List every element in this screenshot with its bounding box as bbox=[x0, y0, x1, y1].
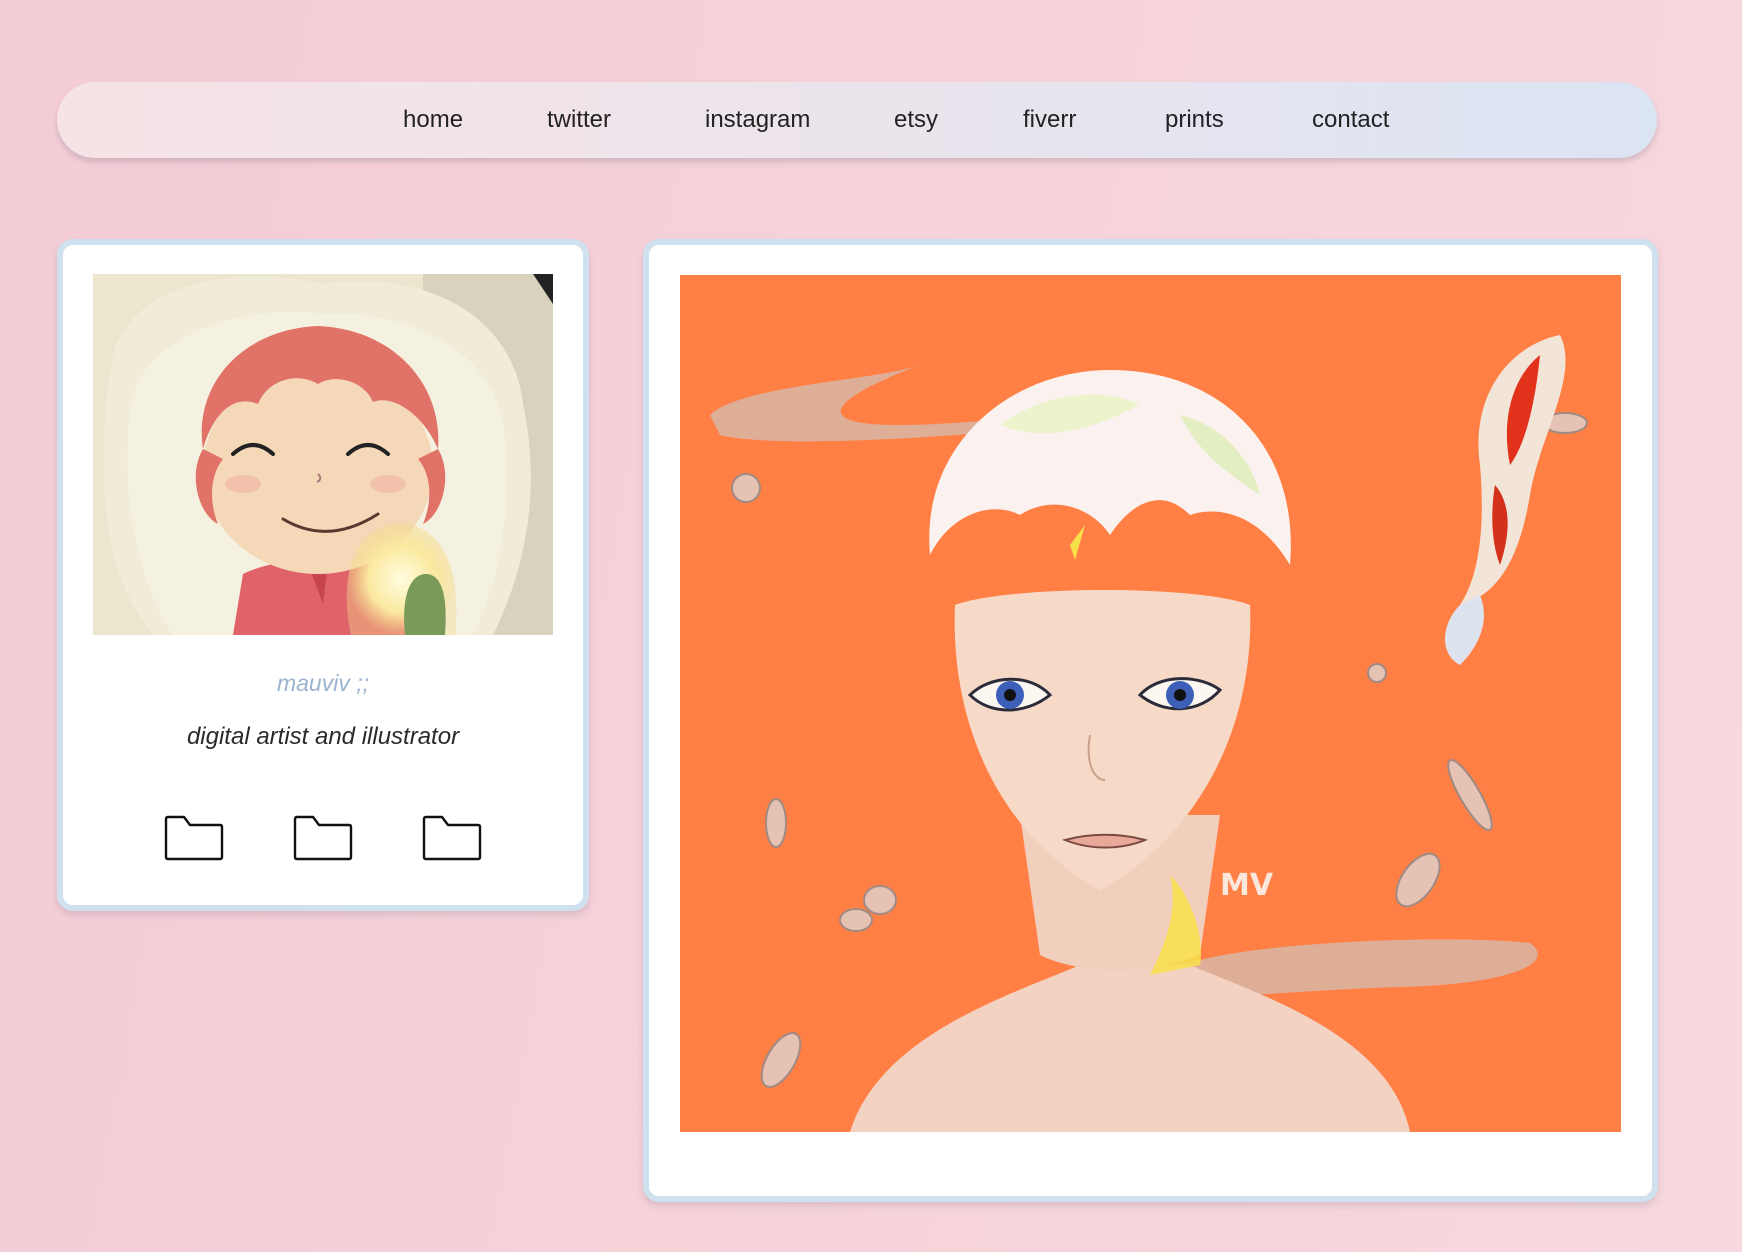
nav-link-twitter[interactable]: twitter bbox=[547, 82, 611, 158]
featured-artwork-image: MV bbox=[680, 275, 1621, 1132]
nav-link-fiverr[interactable]: fiverr bbox=[1023, 82, 1076, 158]
artist-signature: MV bbox=[1220, 868, 1274, 903]
top-nav-bar: home twitter instagram etsy fiverr print… bbox=[57, 82, 1657, 158]
nav-link-contact[interactable]: contact bbox=[1312, 82, 1389, 158]
nav-link-home[interactable]: home bbox=[403, 82, 463, 158]
profile-tagline: digital artist and illustrator bbox=[186, 723, 460, 750]
artwork-card: MV bbox=[643, 239, 1658, 1202]
folder-icon[interactable] bbox=[164, 813, 224, 861]
nav-link-prints[interactable]: prints bbox=[1165, 82, 1224, 158]
profile-card: mauviv ;; digital artist and illustrator bbox=[57, 239, 589, 911]
profile-avatar-image bbox=[93, 274, 553, 635]
nav-link-instagram[interactable]: instagram bbox=[705, 82, 810, 158]
profile-username: mauviv ;; bbox=[276, 670, 370, 696]
folder-icon[interactable] bbox=[293, 813, 353, 861]
nav-link-etsy[interactable]: etsy bbox=[894, 82, 938, 158]
folder-icon[interactable] bbox=[422, 813, 482, 861]
